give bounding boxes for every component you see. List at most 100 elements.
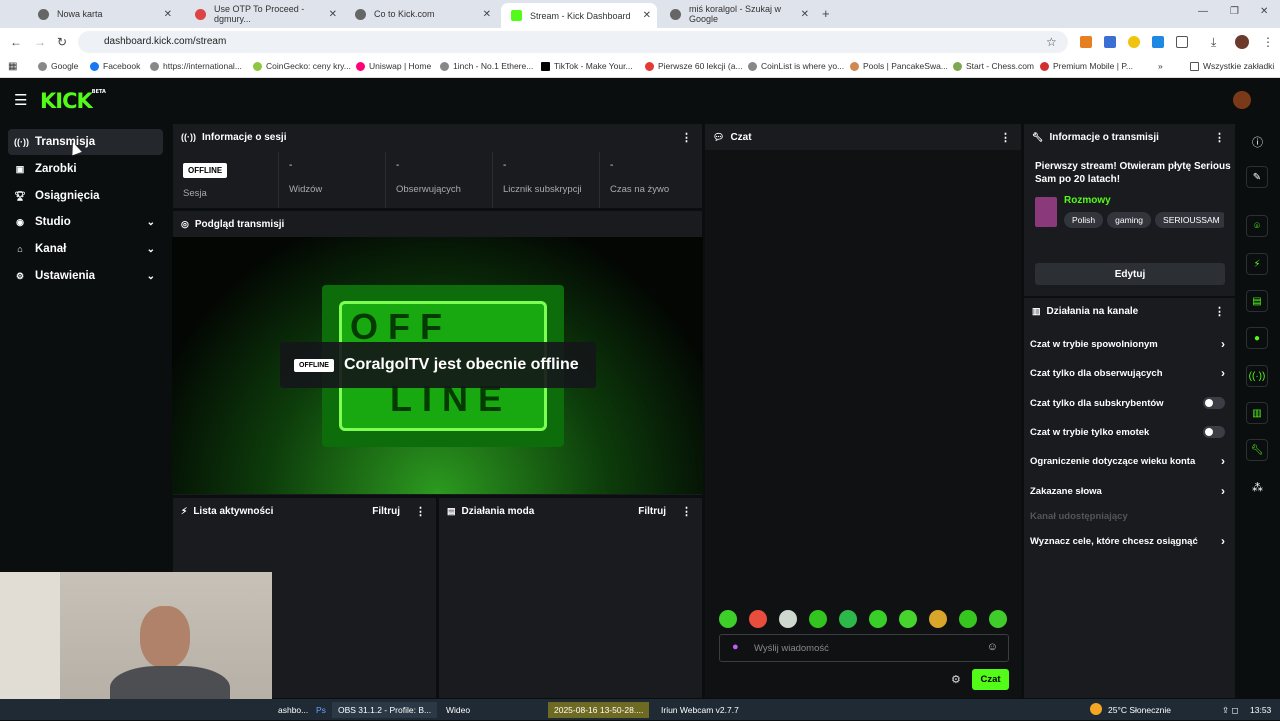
kebab-menu-icon[interactable]: ⋮ <box>681 131 692 144</box>
browser-tab-active[interactable]: Stream - Kick Dashboard ✕ <box>501 3 657 28</box>
filter-button[interactable]: Filtruj <box>638 506 666 517</box>
kebab-menu-icon[interactable]: ⋮ <box>1214 131 1225 144</box>
bookmark-item[interactable]: Google <box>38 61 78 71</box>
info-icon[interactable]: ⓘ <box>1252 134 1263 150</box>
subscribers-only-toggle[interactable] <box>1203 397 1225 409</box>
clock[interactable]: 13:53 <box>1244 702 1277 718</box>
close-window-button[interactable]: ✕ <box>1260 6 1268 17</box>
sidebar-item-ustawienia[interactable]: ⚙ Ustawienia ⌄ <box>8 263 163 289</box>
edit-pencil-icon[interactable]: ✎ <box>1246 166 1268 188</box>
chat-message-input[interactable]: ● Wyślij wiadomość ☺ <box>719 634 1009 662</box>
download-icon[interactable]: ⤓ <box>1211 35 1216 50</box>
bookmark-item[interactable]: CoinGecko: ceny kry... <box>253 61 351 71</box>
emote-icon[interactable] <box>869 610 887 628</box>
taskbar-item-iriun[interactable]: Iriun Webcam v2.7.7 <box>655 702 745 718</box>
bookmark-item[interactable]: Facebook <box>90 61 140 71</box>
banned-words-row[interactable]: Zakazane słowa › <box>1030 480 1225 502</box>
back-icon[interactable]: ← <box>10 35 22 49</box>
emote-only-toggle[interactable] <box>1203 426 1225 438</box>
new-tab-button[interactable]: + <box>822 6 830 21</box>
sidebar-item-studio[interactable]: ◉ Studio ⌄ <box>8 209 163 235</box>
taskbar-item-obs[interactable]: OBS 31.1.2 - Profile: B... <box>332 702 438 718</box>
extension-icon[interactable] <box>1152 36 1164 48</box>
reload-icon[interactable]: ↻ <box>57 35 67 49</box>
nodes-icon[interactable]: ⁂ <box>1252 481 1263 494</box>
weather-widget[interactable]: 25°C Słonecznie <box>1102 702 1177 718</box>
browser-tab[interactable]: Nowa karta ✕ <box>28 3 178 25</box>
close-tab-icon[interactable]: ✕ <box>483 9 491 20</box>
tray-icons[interactable]: ⇪ ◻ <box>1216 702 1245 718</box>
kebab-menu-icon[interactable]: ⋮ <box>415 505 426 518</box>
extensions-puzzle-icon[interactable] <box>1176 36 1188 48</box>
layout-icon[interactable]: ▥ <box>1246 402 1268 424</box>
close-tab-icon[interactable]: ✕ <box>329 9 337 20</box>
forward-icon[interactable]: → <box>34 35 46 49</box>
bookmark-item[interactable]: https://international... <box>150 61 242 71</box>
camera-icon[interactable]: ⌾ <box>1246 215 1268 237</box>
emote-icon[interactable] <box>749 610 767 628</box>
kebab-menu-icon[interactable]: ⋮ <box>1214 305 1225 318</box>
extension-icon[interactable] <box>1104 36 1116 48</box>
maximize-button[interactable]: ❐ <box>1230 6 1239 17</box>
taskbar-item[interactable]: ashbo... <box>272 702 314 718</box>
apps-grid-icon[interactable]: ▦ <box>8 61 17 72</box>
kick-logo[interactable]: KICKBETA <box>40 89 106 113</box>
broadcast-icon[interactable]: ((·)) <box>1246 365 1268 387</box>
bookmark-item[interactable]: Premium Mobile | P... <box>1040 61 1133 71</box>
hamburger-menu-icon[interactable]: ☰ <box>14 91 27 109</box>
taskbar-item-recording[interactable]: 2025-08-16 13-50-28.... <box>548 702 650 718</box>
bookmark-item[interactable]: Pierwsze 60 lekcji (a... <box>645 61 743 71</box>
send-chat-button[interactable]: Czat <box>972 669 1009 690</box>
bookmark-star-icon[interactable]: ☆ <box>1046 35 1057 49</box>
browser-tab[interactable]: miś koralgol - Szukaj w Google ✕ <box>660 3 815 25</box>
bookmark-item[interactable]: Uniswap | Home <box>356 61 431 71</box>
metamask-extension-icon[interactable] <box>1080 36 1092 48</box>
photoshop-icon[interactable]: Ps <box>310 702 332 718</box>
emote-icon[interactable] <box>779 610 797 628</box>
followers-only-row[interactable]: Czat tylko dla obserwujących › <box>1030 362 1225 384</box>
kebab-menu-icon[interactable]: ⋮ <box>681 505 692 518</box>
chat-settings-gear-icon[interactable]: ⚙ <box>951 673 961 686</box>
wrench-icon[interactable]: 🔧︎ <box>1246 439 1268 461</box>
microphone-icon[interactable]: ● <box>732 641 739 653</box>
user-avatar[interactable] <box>1233 91 1251 109</box>
emote-icon[interactable] <box>929 610 947 628</box>
extension-icon[interactable] <box>1128 36 1140 48</box>
browser-tab[interactable]: Use OTP To Proceed - dgmury... ✕ <box>185 3 343 25</box>
emoji-icon[interactable]: ☺ <box>987 641 998 653</box>
url-input[interactable]: dashboard.kick.com/stream <box>78 31 1068 53</box>
minimize-button[interactable]: — <box>1198 6 1208 17</box>
document-icon[interactable]: ▤ <box>1246 290 1268 312</box>
browser-menu-icon[interactable]: ⋮ <box>1262 35 1274 49</box>
sidebar-item-osiagniecia[interactable]: 🏆︎ Osiągnięcia <box>8 183 163 209</box>
browser-tab[interactable]: Co to Kick.com ✕ <box>345 3 497 25</box>
close-tab-icon[interactable]: ✕ <box>643 10 651 21</box>
close-tab-icon[interactable]: ✕ <box>164 9 172 20</box>
bookmark-item[interactable]: TikTok - Make Your... <box>541 61 633 71</box>
slow-mode-row[interactable]: Czat w trybie spowolnionym › <box>1030 333 1225 355</box>
emote-icon[interactable] <box>809 610 827 628</box>
category-label[interactable]: Rozmowy <box>1064 195 1111 206</box>
close-tab-icon[interactable]: ✕ <box>801 9 809 20</box>
stream-preview[interactable]: OFF LINE OFFLINE CoralgolTV jest obecnie… <box>172 237 703 494</box>
goals-row[interactable]: Wyznacz cele, które chcesz osiągnąć › <box>1030 530 1225 552</box>
chat-bubble-icon[interactable]: ● <box>1246 327 1268 349</box>
emote-icon[interactable] <box>989 610 1007 628</box>
sidebar-item-kanal[interactable]: ⌂ Kanał ⌄ <box>8 236 163 262</box>
lightning-icon[interactable]: ⚡︎ <box>1246 253 1268 275</box>
bookmark-item[interactable]: CoinList is where yo... <box>748 61 844 71</box>
profile-avatar[interactable] <box>1235 35 1249 49</box>
sidebar-item-transmisja[interactable]: ((·)) Transmisja <box>8 129 163 155</box>
all-bookmarks-folder[interactable]: Wszystkie zakładki <box>1190 61 1274 71</box>
emote-icon[interactable] <box>839 610 857 628</box>
bookmark-item[interactable]: Start - Chess.com <box>953 61 1034 71</box>
filter-button[interactable]: Filtruj <box>372 506 400 517</box>
bookmark-item[interactable]: Pools | PancakeSwa... <box>850 61 948 71</box>
sidebar-item-zarobki[interactable]: ▣ Zarobki <box>8 156 163 182</box>
more-bookmarks-icon[interactable]: » <box>1158 61 1163 71</box>
account-age-row[interactable]: Ograniczenie dotyczące wieku konta › <box>1030 450 1225 472</box>
emote-icon[interactable] <box>899 610 917 628</box>
emote-icon[interactable] <box>959 610 977 628</box>
bookmark-item[interactable]: 1inch - No.1 Ethere... <box>440 61 533 71</box>
taskbar-item-wideo[interactable]: Wideo <box>440 702 476 718</box>
